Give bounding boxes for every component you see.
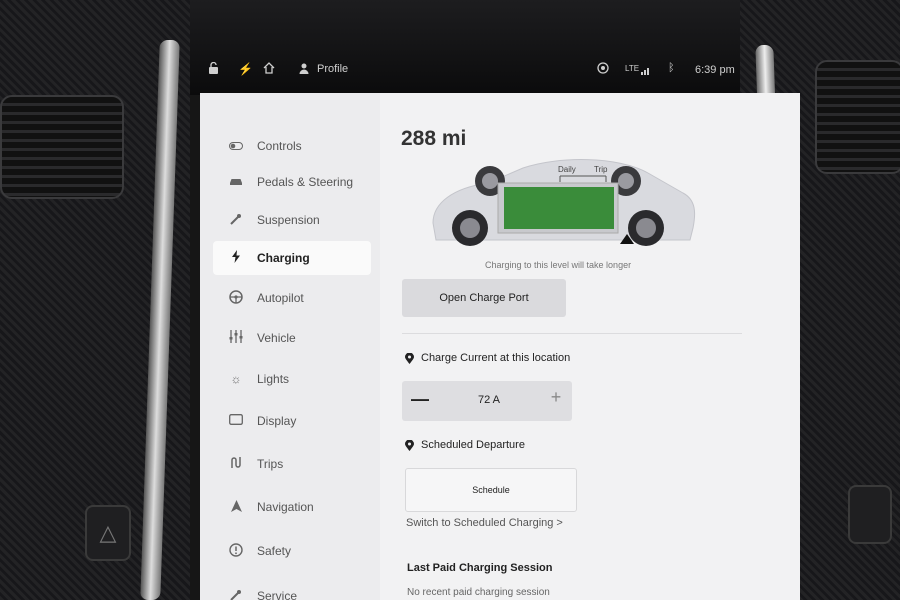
sidebar-item-trips[interactable]: Trips (213, 447, 371, 481)
sun-icon: ☼ (230, 372, 242, 386)
sidebar-item-label: Controls (257, 139, 302, 153)
sidebar-item-pedals-steering[interactable]: Pedals & Steering (213, 165, 371, 199)
status-bar: ⚡ Profile LTE ᛒ 6:39 pm (195, 55, 755, 85)
car-battery-illustration[interactable]: Daily Trip (428, 148, 698, 258)
charge-current-stepper[interactable]: — 72 A + (402, 381, 572, 421)
scheduled-departure-label: Scheduled Departure (421, 439, 525, 451)
no-recent-session-text: No recent paid charging session (407, 587, 550, 598)
sidebar-item-label: Lights (257, 372, 290, 386)
air-vent-left (0, 95, 124, 199)
alert-icon (225, 542, 247, 560)
hazard-triangle-icon: △ (99, 520, 117, 545)
car-icon (225, 175, 247, 189)
navigation-arrow-icon (225, 499, 247, 515)
wrench-icon (225, 589, 247, 600)
profile-label[interactable]: Profile (317, 63, 348, 75)
charge-level-note: Charging to this level will take longer (485, 260, 632, 270)
sidebar-item-label: Navigation (257, 500, 314, 514)
sidebar-item-label: Vehicle (257, 331, 296, 345)
increase-current-button[interactable]: + (546, 387, 566, 413)
sidebar-item-label: Service (257, 589, 298, 600)
steering-wheel-icon (225, 289, 247, 307)
camera-icon[interactable] (597, 62, 609, 77)
open-charge-port-button[interactable]: Open Charge Port (402, 279, 566, 317)
sidebar-item-vehicle[interactable]: Vehicle (213, 321, 371, 355)
sidebar-item-autopilot[interactable]: Autopilot (213, 281, 371, 315)
daily-label: Daily (558, 165, 576, 174)
sidebar-item-navigation[interactable]: Navigation (213, 490, 371, 524)
wrench-icon (225, 213, 247, 228)
air-vent-right (815, 60, 900, 174)
lightning-icon[interactable]: ⚡ (238, 62, 253, 76)
home-icon[interactable] (263, 62, 275, 77)
sidebar-item-lights[interactable]: ☼ Lights (213, 362, 371, 396)
trips-icon (225, 456, 247, 472)
sidebar-item-charging[interactable]: Charging (213, 241, 371, 275)
decrease-current-button[interactable]: — (410, 389, 430, 413)
sidebar-item-label: Display (257, 414, 297, 428)
sidebar-item-controls[interactable]: Controls (213, 129, 371, 163)
charge-current-label: Charge Current at this location (421, 352, 571, 364)
sidebar-item-label: Charging (257, 251, 310, 265)
charging-panel: 288 mi Daily Trip Charging to this level… (380, 93, 800, 600)
touchscreen: Controls Pedals & Steering Suspension Ch… (200, 93, 800, 600)
schedule-button[interactable]: Schedule (405, 468, 577, 512)
dashboard-button-right[interactable] (848, 485, 892, 544)
clock: 6:39 pm (695, 64, 735, 76)
toggle-icon (225, 139, 247, 153)
switch-scheduled-charging-link[interactable]: Switch to Scheduled Charging > (406, 517, 563, 529)
location-pin-icon (405, 352, 415, 364)
lightning-icon (225, 250, 247, 266)
location-pin-icon (405, 439, 415, 451)
scheduled-departure-heading: Scheduled Departure (405, 439, 525, 451)
sidebar-item-label: Autopilot (257, 291, 304, 305)
section-divider (402, 333, 742, 334)
last-paid-session-heading: Last Paid Charging Session (407, 562, 553, 574)
sidebar-item-safety[interactable]: Safety (213, 534, 371, 568)
bluetooth-icon[interactable]: ᛒ (668, 62, 675, 74)
person-icon (299, 63, 309, 77)
sidebar-item-service[interactable]: Service (213, 579, 371, 600)
sidebar-item-display[interactable]: Display (213, 404, 371, 438)
sidebar-item-suspension[interactable]: Suspension (213, 203, 371, 237)
charge-current-heading: Charge Current at this location (405, 352, 570, 364)
sliders-icon (225, 330, 247, 346)
hazard-button[interactable]: △ (85, 505, 131, 561)
network-label: LTE (625, 64, 640, 73)
lock-icon[interactable] (208, 61, 219, 77)
trip-label: Trip (594, 165, 608, 174)
sidebar-item-label: Safety (257, 544, 292, 558)
display-icon (225, 414, 247, 428)
sidebar-item-label: Trips (257, 457, 284, 471)
charge-current-value: 72 A (477, 394, 501, 406)
settings-sidebar: Controls Pedals & Steering Suspension Ch… (200, 93, 380, 600)
sidebar-item-label: Pedals & Steering (257, 175, 354, 189)
sidebar-item-label: Suspension (257, 213, 320, 227)
signal-icon (641, 64, 651, 78)
